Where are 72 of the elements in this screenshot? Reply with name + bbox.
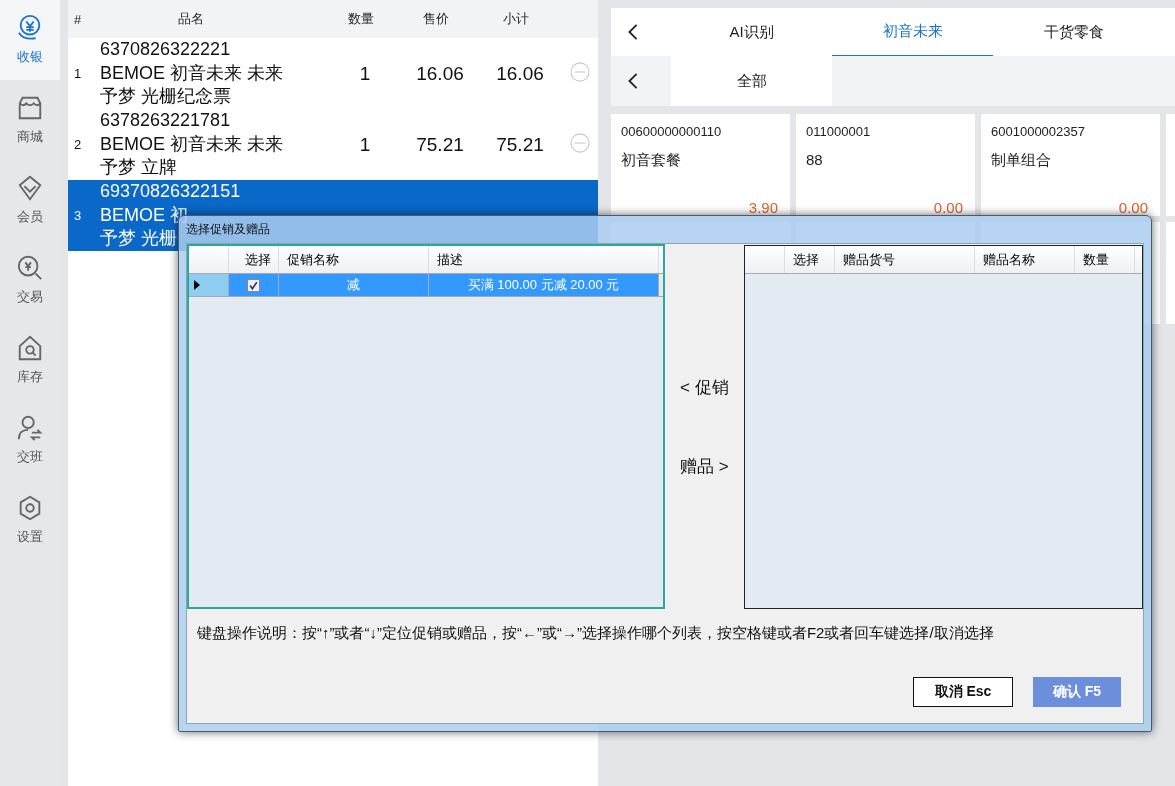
product-price: 0.00 [933,199,963,216]
product-card[interactable]: 011000001 88 0.00 [796,114,975,216]
product-name: BEMOE 初 [100,203,188,225]
sidebar-item[interactable]: 会员 [0,160,60,240]
product-name: 69370826322151 [100,180,241,204]
column-header: 选择 [785,246,836,273]
column-header: 赠品货号 [835,246,976,273]
move-button[interactable]: 赠品 > [680,454,729,478]
column-header: 小计 [502,10,530,28]
product-name: 予梦 光栅 [100,227,177,251]
product-card[interactable]: 00600000000110 初音套餐 3.90 [611,114,790,216]
diamond-icon [16,174,44,202]
product-name: 予梦 立牌 [100,156,177,180]
column-header: # [73,11,83,27]
product-name: 初音套餐 [621,151,682,170]
price: 16.06 [415,62,465,85]
subcategory-tab[interactable]: 全部 [671,56,832,106]
back-icon[interactable] [627,23,639,41]
cart-row[interactable]: 1 6370826322221 BEMOE 初音未来 未来 予梦 光栅纪念票 1 16.06 16.06 [68,38,598,109]
row-number: 1 [73,66,83,81]
column-header: 数量 [1075,246,1136,273]
product-name: 6378263221781 [100,109,231,133]
sidebar-item[interactable]: 交班 [0,400,60,480]
instructions-text: 键盘操作说明：按“↑”或者“↓”定位促销或赠品，按“←”或“→”选择操作哪个列表，按空格键或者F2或者回车键选择/取消选择 [197,623,995,643]
table-cell: 减 [279,274,429,296]
current-row-icon [194,280,200,290]
cancel-button[interactable]: 取消 Esc [913,677,1013,707]
product-code: 6001000002357 [991,124,1086,139]
person-swap-icon [16,414,44,442]
remove-icon[interactable] [570,62,590,82]
yen-search-icon [16,254,44,282]
product-name: 予梦 光栅纪念票 [100,85,231,109]
sidebar-item[interactable]: 库存 [0,320,60,400]
quantity: 1 [358,133,372,156]
row-number: 2 [73,137,83,152]
column-header: 描述 [429,246,659,273]
cart-row[interactable]: 2 6378263221781 BEMOE 初音未来 未来 予梦 立牌 1 75.21 75.21 [68,109,598,180]
column-header: 赠品名称 [975,246,1076,273]
category-tab[interactable]: 干货零食 [993,8,1154,56]
column-header: 促销名称 [279,246,429,273]
column-header: 品名 [177,10,205,28]
remove-icon[interactable] [570,133,590,153]
category-tab[interactable]: AI识别 [671,8,832,56]
quantity: 1 [358,62,372,85]
subtotal: 16.06 [495,62,545,85]
product-price: 3.90 [748,199,778,216]
sidebar-item[interactable]: 交易 [0,240,60,320]
row-number: 3 [73,208,83,223]
product-name: 6370826322221 [100,38,231,62]
sidebar-item[interactable]: 设置 [0,480,60,560]
subtotal: 75.21 [495,133,545,156]
product-card[interactable]: 6001000002357 制单组合 0.00 [981,114,1160,216]
product-name: 88 [806,151,824,168]
product-code: 00600000000110 [621,124,723,139]
house-search-icon [16,334,44,362]
back-icon[interactable] [627,72,639,90]
sidebar-item[interactable]: 商城 [0,80,60,160]
column-header: 选择 [229,246,279,273]
move-button[interactable]: < 促销 [680,375,729,399]
column-header: 数量 [347,10,375,28]
store-icon [16,94,44,122]
column-header: 售价 [422,10,450,28]
table-cell: 买满 100.00 元减 20.00 元 [429,274,659,296]
product-name: BEMOE 初音未来 未来 [100,61,283,85]
checkbox[interactable] [247,278,260,292]
sidebar-item[interactable]: 收银 [0,0,60,80]
price: 75.21 [415,133,465,156]
dialog-title: 选择促销及赠品 [186,222,270,238]
product-code: 011000001 [806,124,872,139]
product-price: 0.00 [1118,199,1148,216]
product-name: 制单组合 [991,151,1052,170]
product-name: BEMOE 初音未来 未来 [100,132,283,156]
